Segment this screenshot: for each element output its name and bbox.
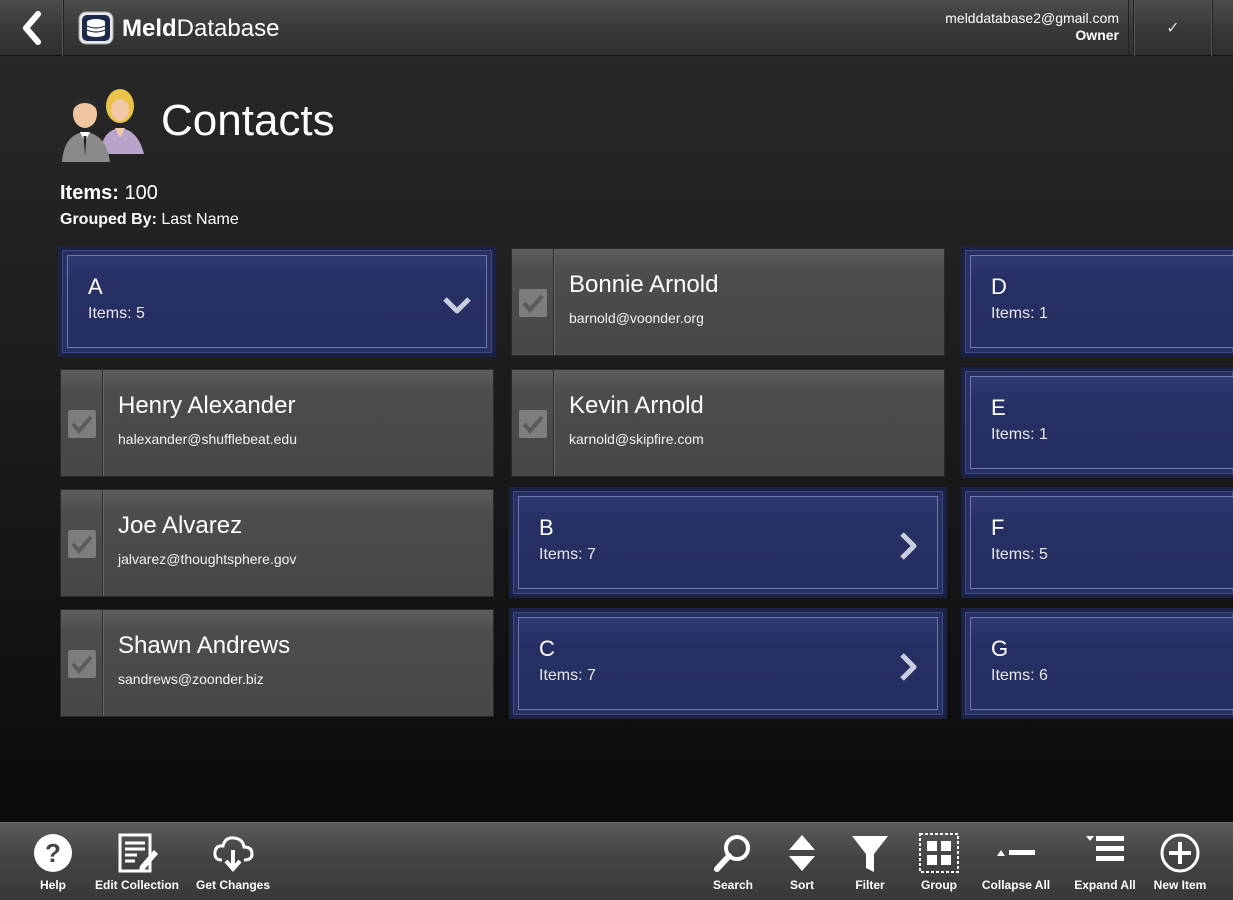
- contact-email: karnold@skipfire.com: [569, 431, 704, 447]
- contact-email: halexander@shufflebeat.edu: [118, 431, 297, 447]
- group-card-g[interactable]: G Items: 6: [965, 612, 1233, 715]
- back-button[interactable]: [0, 0, 64, 56]
- group-letter: C: [539, 636, 555, 661]
- expand-all-button[interactable]: Expand All: [1068, 823, 1142, 900]
- group-letter: F: [991, 515, 1005, 540]
- top-bar: MeldDatabase melddatabase2@gmail.com Own…: [0, 0, 1233, 56]
- meld-database-logo-icon: [78, 11, 114, 45]
- contacts-icon: [62, 89, 144, 162]
- contact-name: Henry Alexander: [118, 392, 296, 419]
- contact-email: sandrews@zoonder.biz: [118, 671, 264, 687]
- checkmark-icon: [522, 415, 544, 435]
- group-count: Items: 7: [539, 667, 596, 684]
- edit-collection-button[interactable]: Edit Collection: [90, 823, 184, 900]
- group-count: Items: 1: [991, 426, 1048, 443]
- grouped-by-line: Grouped By: Last Name: [60, 211, 239, 229]
- search-icon: [714, 835, 750, 872]
- group-letter: E: [991, 395, 1006, 420]
- items-count: 100: [124, 182, 158, 204]
- group-letter: G: [991, 636, 1009, 661]
- cloud-download-icon: [213, 836, 254, 873]
- items-label: Items:: [60, 182, 119, 204]
- contact-email: jalvarez@thoughtsphere.gov: [118, 551, 297, 567]
- divider: [1128, 0, 1129, 56]
- filter-button[interactable]: Filter: [843, 823, 897, 900]
- page-title: Contacts: [161, 96, 335, 145]
- select-checkbox[interactable]: [68, 410, 96, 438]
- group-count: Items: 5: [991, 546, 1048, 563]
- confirm-button[interactable]: ✓: [1133, 0, 1213, 56]
- search-button[interactable]: Search: [704, 823, 762, 900]
- group-card-d[interactable]: D Items: 1: [965, 250, 1233, 353]
- plus-circle-icon: [1160, 833, 1200, 873]
- contact-card[interactable]: Henry Alexander halexander@shufflebeat.e…: [60, 369, 494, 477]
- grouped-by-value: Last Name: [161, 211, 239, 228]
- checkmark-icon: [522, 294, 544, 314]
- select-checkbox[interactable]: [68, 650, 96, 678]
- group-count: Items: 5: [88, 305, 145, 322]
- chevron-right-icon: [900, 532, 917, 560]
- chevron-right-icon: [900, 653, 917, 681]
- group-icon: [919, 833, 959, 873]
- contact-card[interactable]: Bonnie Arnold barnold@voonder.org: [511, 248, 945, 356]
- contact-email: barnold@voonder.org: [569, 310, 704, 326]
- contact-name: Joe Alvarez: [118, 512, 243, 539]
- group-card-c[interactable]: C Items: 7: [513, 612, 943, 715]
- group-count: Items: 1: [991, 305, 1048, 322]
- expand-all-icon: [1086, 836, 1124, 861]
- bottom-toolbar: ? Help Edit Collection Get Changes Searc…: [0, 822, 1233, 900]
- checkmark-icon: [71, 535, 93, 555]
- checkmark-icon: [71, 655, 93, 675]
- group-count: Items: 7: [539, 546, 596, 563]
- contact-card[interactable]: Joe Alvarez jalvarez@thoughtsphere.gov: [60, 489, 494, 597]
- grouped-by-label: Grouped By:: [60, 211, 157, 228]
- get-changes-button[interactable]: Get Changes: [190, 823, 276, 900]
- checkmark-icon: [71, 415, 93, 435]
- edit-collection-icon: [118, 833, 158, 873]
- group-card-f[interactable]: F Items: 5: [965, 491, 1233, 594]
- group-card-b[interactable]: B Items: 7: [513, 491, 943, 594]
- svg-text:?: ?: [45, 838, 61, 868]
- help-button[interactable]: ? Help: [22, 823, 84, 900]
- sort-button[interactable]: Sort: [776, 823, 828, 900]
- new-item-button[interactable]: New Item: [1150, 823, 1210, 900]
- group-count: Items: 6: [991, 667, 1048, 684]
- select-checkbox[interactable]: [519, 289, 547, 317]
- select-checkbox[interactable]: [519, 410, 547, 438]
- contact-name: Kevin Arnold: [569, 392, 704, 419]
- help-icon: ?: [34, 834, 72, 872]
- group-letter: A: [88, 274, 103, 299]
- contact-card[interactable]: Kevin Arnold karnold@skipfire.com: [511, 369, 945, 477]
- contact-card[interactable]: Shawn Andrews sandrews@zoonder.biz: [60, 609, 494, 717]
- account-role: Owner: [1075, 27, 1119, 43]
- contact-name: Bonnie Arnold: [569, 271, 719, 298]
- contact-name: Shawn Andrews: [118, 632, 291, 659]
- select-checkbox[interactable]: [68, 530, 96, 558]
- collapse-all-icon: [997, 850, 1035, 856]
- collapse-all-button[interactable]: Collapse All: [978, 823, 1054, 900]
- group-card-e[interactable]: E Items: 1: [965, 371, 1233, 474]
- chevron-down-icon: [443, 297, 471, 314]
- group-letter: D: [991, 274, 1007, 299]
- sort-icon: [789, 835, 815, 871]
- group-button[interactable]: Group: [912, 823, 966, 900]
- filter-icon: [852, 836, 888, 872]
- checkmark-icon: ✓: [1166, 20, 1180, 37]
- group-letter: B: [539, 515, 554, 540]
- account-info: melddatabase2@gmail.com Owner: [945, 10, 1119, 44]
- items-count-line: Items: 100: [60, 182, 158, 205]
- account-email: melddatabase2@gmail.com: [945, 10, 1119, 26]
- app-title: MeldDatabase: [122, 15, 280, 42]
- group-card-a[interactable]: A Items: 5: [62, 250, 492, 353]
- back-arrow-icon: [22, 11, 41, 45]
